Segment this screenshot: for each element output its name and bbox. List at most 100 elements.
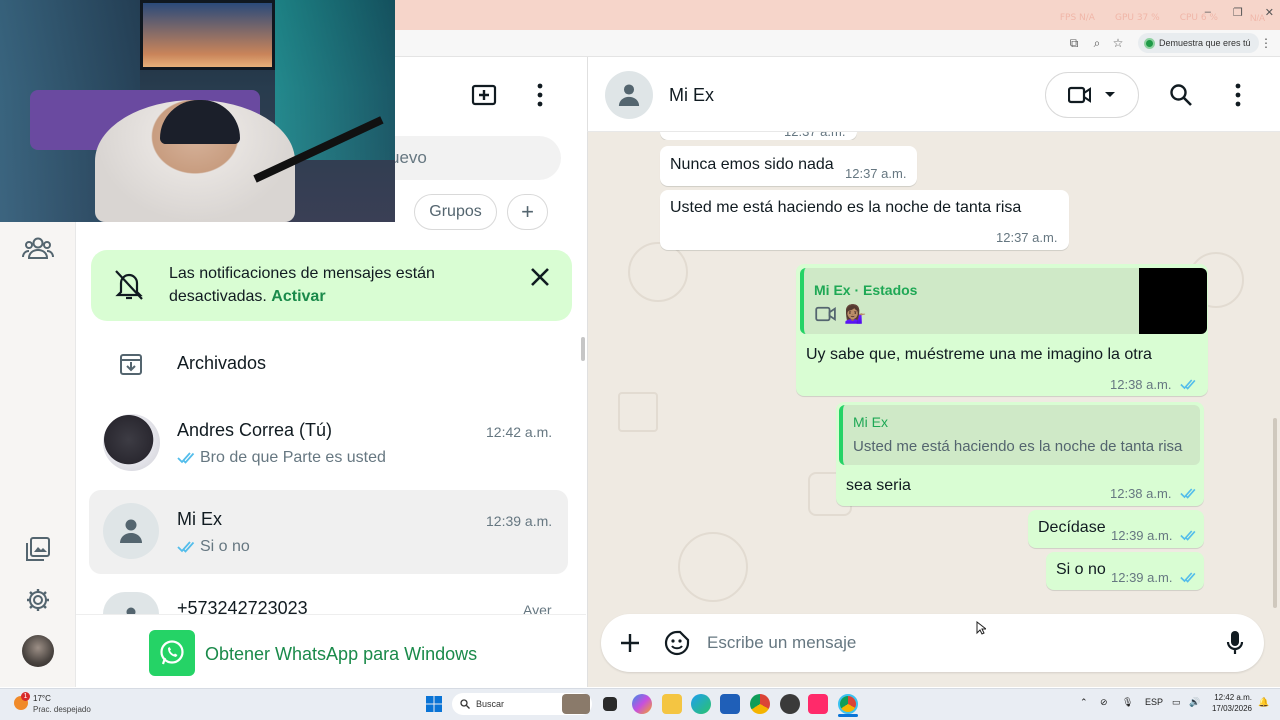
volume-icon[interactable]: 🔊 xyxy=(1189,697,1200,708)
video-camera-icon xyxy=(815,306,836,322)
archived-row[interactable]: Archivados xyxy=(177,353,266,374)
message-text: Uy sabe que, muéstreme una me imagino la… xyxy=(806,346,1152,363)
chat-preview: Si o no xyxy=(177,538,250,556)
message-bubble-outgoing: Decídase 12:39 a.m. xyxy=(1028,510,1204,548)
verify-chip[interactable]: Demuestra que eres tú xyxy=(1138,33,1259,53)
add-filter-button[interactable]: + xyxy=(507,194,548,230)
microphone-icon xyxy=(1226,631,1244,654)
attach-plus-button[interactable] xyxy=(619,632,641,659)
mouse-cursor-icon xyxy=(976,620,988,640)
tiktok-icon[interactable] xyxy=(808,694,828,714)
chat-time: 12:39 a.m. xyxy=(486,513,553,529)
video-camera-icon xyxy=(1068,86,1091,104)
notification-text: Las notificaciones de mensajes están des… xyxy=(169,262,499,308)
chevron-down-icon xyxy=(1105,92,1115,97)
communities-icon[interactable] xyxy=(22,232,54,264)
wallpaper-doodle xyxy=(618,392,658,432)
voice-message-button[interactable] xyxy=(1226,630,1244,661)
chat-row-mi-ex[interactable] xyxy=(89,490,568,574)
chat-preview-text: Bro de que Parte es usted xyxy=(200,449,386,466)
activate-link[interactable]: Activar xyxy=(271,288,325,305)
browser-menu-icon[interactable]: ⋮ xyxy=(1258,35,1274,51)
obs-icon[interactable] xyxy=(780,694,800,714)
message-time: 12:37 a.m. xyxy=(996,230,1058,245)
notification-bell-icon[interactable]: 🔔 xyxy=(1258,697,1269,708)
default-avatar-icon xyxy=(103,503,159,559)
kebab-menu-icon xyxy=(537,83,543,107)
perf-overlay: FPS N/A GPU 37 % CPU 6 % xyxy=(1060,13,1218,23)
quoted-status[interactable]: Mi Ex · Estados 💁🏽‍♀️ xyxy=(800,268,1207,334)
new-chat-icon xyxy=(471,84,497,106)
windows-start-icon[interactable] xyxy=(426,696,442,717)
chat-time: 12:42 a.m. xyxy=(486,424,553,440)
quoted-message[interactable]: Mi Ex Usted me está haciendo es la noche… xyxy=(839,405,1200,465)
install-app-icon[interactable]: ⧉ xyxy=(1066,35,1082,51)
message-bubble-outgoing: Si o no 12:39 a.m. xyxy=(1046,552,1204,590)
chat-scrollbar[interactable] xyxy=(1273,418,1277,608)
close-banner-button[interactable] xyxy=(529,266,551,293)
weather-temp: 17°C xyxy=(33,694,51,703)
message-text: Si o no xyxy=(1056,561,1106,578)
message-bubble-incoming: Usted me está haciendo es la noche de ta… xyxy=(660,190,1069,250)
tray-overflow-icon[interactable]: ⌃ xyxy=(1080,697,1088,708)
new-chat-button[interactable] xyxy=(471,82,497,108)
status-thumbnail xyxy=(1139,268,1207,334)
list-scrollbar[interactable] xyxy=(581,337,585,361)
archive-icon xyxy=(118,351,144,382)
chrome-active-icon[interactable] xyxy=(838,694,858,714)
window-controls: – ❐ ✕ xyxy=(1205,6,1274,19)
read-ticks-icon xyxy=(1180,379,1196,390)
close-icon xyxy=(531,268,549,286)
kebab-menu-icon xyxy=(1235,83,1241,107)
quote-author: Mi Ex · Estados xyxy=(814,282,918,298)
bookmark-star-icon[interactable]: ☆ xyxy=(1110,35,1126,51)
contact-avatar-icon[interactable] xyxy=(605,71,653,119)
chat-menu-button[interactable] xyxy=(1228,82,1248,113)
get-app-link[interactable]: Obtener WhatsApp para Windows xyxy=(205,644,477,665)
chrome-icon[interactable] xyxy=(750,694,770,714)
restore-icon[interactable]: ❐ xyxy=(1233,6,1243,19)
network-off-icon[interactable]: ⊘ xyxy=(1100,697,1108,708)
wallpaper-doodle xyxy=(678,532,748,602)
task-view-icon[interactable] xyxy=(603,697,617,711)
video-call-button[interactable] xyxy=(1045,72,1139,118)
bell-off-icon xyxy=(113,268,145,307)
read-ticks-icon xyxy=(1180,530,1196,541)
minimize-icon[interactable]: – xyxy=(1205,6,1211,19)
media-icon[interactable] xyxy=(22,533,54,565)
display-icon[interactable]: ▭ xyxy=(1172,697,1181,708)
message-input[interactable] xyxy=(707,628,1207,658)
contact-name[interactable]: Mi Ex xyxy=(669,85,714,106)
message-text: Nunca emos sido nada xyxy=(670,156,834,173)
filter-chip-grupos[interactable]: Grupos xyxy=(414,194,497,230)
store-icon[interactable] xyxy=(720,694,740,714)
search-icon xyxy=(460,699,470,709)
zoom-icon[interactable]: ⌕ xyxy=(1089,35,1105,51)
edge-icon[interactable] xyxy=(691,694,711,714)
language-indicator[interactable]: ESP xyxy=(1145,697,1163,707)
message-time: 12:39 a.m. xyxy=(1111,570,1173,585)
message-time: 12:37 a.m. xyxy=(845,166,907,181)
search-chat-button[interactable] xyxy=(1169,83,1193,112)
search-highlight-icon xyxy=(562,694,590,714)
message-time: 12:38 a.m. xyxy=(1110,486,1172,501)
verify-chip-label: Demuestra que eres tú xyxy=(1159,38,1251,48)
file-explorer-icon[interactable] xyxy=(662,694,682,714)
message-time: 12:39 a.m. xyxy=(1111,528,1173,543)
read-ticks-icon xyxy=(177,541,195,553)
message-bubble-outgoing: Mi Ex Usted me está haciendo es la noche… xyxy=(836,402,1204,506)
message-time: 12:38 a.m. xyxy=(1110,377,1172,392)
message-text: sea seria xyxy=(846,477,911,494)
settings-gear-icon[interactable] xyxy=(22,584,54,616)
copilot-icon[interactable] xyxy=(632,694,652,714)
weather-desc: Prac. despejado xyxy=(33,705,91,714)
profile-avatar[interactable] xyxy=(22,635,54,667)
sticker-button[interactable] xyxy=(664,630,690,661)
mic-tray-icon[interactable]: 🎙 xyxy=(1122,697,1133,708)
clock-time[interactable]: 12:42 a.m. xyxy=(1210,693,1252,702)
clock-date[interactable]: 17/03/2026 xyxy=(1210,704,1252,713)
close-window-icon[interactable]: ✕ xyxy=(1265,6,1274,19)
chat-row-andres[interactable] xyxy=(89,401,568,485)
quote-emoji: 💁🏽‍♀️ xyxy=(844,304,867,324)
list-menu-button[interactable] xyxy=(530,82,550,108)
